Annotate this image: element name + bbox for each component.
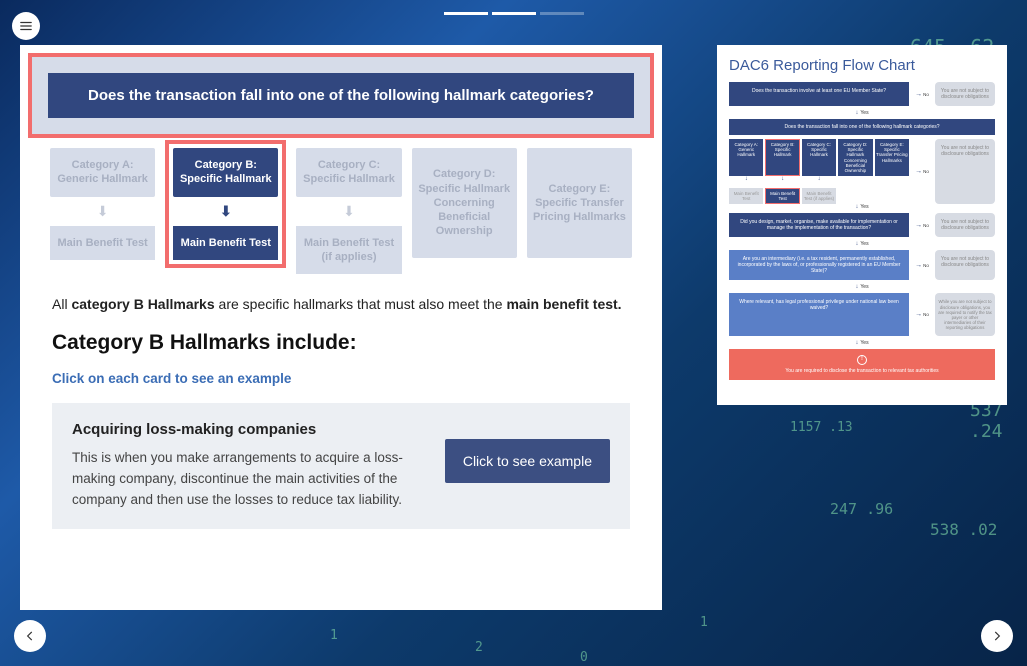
- flow-cat-sub: Main Benefit Test (if applies): [802, 188, 836, 204]
- flow-arrow-down-icon: ↓Yes: [729, 340, 995, 349]
- arrow-down-icon: ⬇: [50, 203, 155, 220]
- menu-button[interactable]: [12, 12, 40, 40]
- flowchart-title: DAC6 Reporting Flow Chart: [729, 57, 995, 74]
- flow-arrow-right-icon: →No: [915, 213, 929, 237]
- category-box: Category A: Generic Hallmark: [50, 148, 155, 197]
- flow-cat-subs: Main Benefit TestMain Benefit TestMain B…: [729, 188, 909, 204]
- card-title: Acquiring loss-making companies: [72, 421, 425, 438]
- category-sub: Main Benefit Test (if applies): [296, 226, 401, 275]
- flow-cat-sub: [875, 188, 909, 204]
- intro-bold: main benefit test.: [506, 296, 621, 312]
- arrow-down-icon: ⬇: [173, 203, 278, 220]
- flow-arrow-right-icon: →No: [915, 250, 929, 280]
- see-example-button[interactable]: Click to see example: [445, 439, 610, 483]
- flow-cat: Category C: Specific Hallmark: [802, 139, 836, 176]
- flow-cat-sub: Main Benefit Test: [729, 188, 763, 204]
- flow-arrow-down-icon: ↓Yes: [729, 241, 995, 250]
- flow-outcome-no: You are not subject to disclosure obliga…: [935, 250, 995, 280]
- section-heading: Category B Hallmarks include:: [52, 327, 630, 359]
- category-column[interactable]: Category C: Specific Hallmark ⬇ Main Benef…: [296, 148, 401, 274]
- flow-final: You are required to disclose the transac…: [729, 349, 995, 380]
- category-sub: Main Benefit Test: [173, 226, 278, 260]
- category-box: Category C: Specific Hallmark: [296, 148, 401, 197]
- progress-indicator: [444, 12, 584, 15]
- flow-arrow-right-icon: →No: [915, 139, 929, 204]
- flow-q1: Does the transaction involve at least on…: [729, 82, 909, 106]
- prev-button[interactable]: [14, 620, 46, 652]
- card-body: This is when you make arrangements to ac…: [72, 448, 425, 511]
- flow-arrow-right-icon: →No: [915, 82, 929, 106]
- intro-paragraph: All category B Hallmarks are specific ha…: [52, 294, 630, 315]
- category-sub: Main Benefit Test: [50, 226, 155, 260]
- flow-cat: Category A: Generic Hallmark: [729, 139, 763, 176]
- category-box: Category E: Specific Transfer Pricing Ha…: [527, 148, 632, 258]
- flow-arrow-down-icon: ↓Yes: [729, 204, 995, 213]
- intro-text: are specific hallmarks that must also me…: [215, 296, 507, 312]
- alert-icon: [857, 355, 867, 365]
- flow-final-text: You are required to disclose the transac…: [785, 368, 938, 374]
- flow-cat: Category D: Specific Hallmark Concerning…: [838, 139, 872, 176]
- category-column[interactable]: Category B: Specific Hallmark ⬇ Main Benef…: [165, 140, 286, 268]
- category-box: Category B: Specific Hallmark: [173, 148, 278, 197]
- flow-cat: Category B: Specific Hallmark: [765, 139, 799, 176]
- flow-categories: Category A: Generic HallmarkCategory B: …: [729, 139, 909, 176]
- main-content-panel: Does the transaction fall into one of th…: [20, 45, 662, 610]
- body-text: All category B Hallmarks are specific ha…: [20, 274, 662, 389]
- arrow-down-icon: ⬇: [296, 203, 401, 220]
- example-card: Acquiring loss-making companies This is …: [52, 403, 630, 529]
- flow-cat-sub: [838, 188, 872, 204]
- flow-q5: Where relevant, has legal professional p…: [729, 293, 909, 336]
- category-column[interactable]: Category E: Specific Transfer Pricing Ha…: [527, 148, 632, 258]
- flow-q3: Did you design, market, organise, make a…: [729, 213, 909, 237]
- intro-bold: category B Hallmarks: [71, 296, 214, 312]
- category-box: Category D: Specific Hallmark Concerning…: [412, 148, 517, 258]
- flow-outcome-no: You are not subject to disclosure obliga…: [935, 139, 995, 204]
- flow-arrow-down-icon: ↓Yes: [729, 110, 995, 119]
- question-banner-highlight: Does the transaction fall into one of th…: [28, 53, 654, 138]
- category-row: Category A: Generic Hallmark ⬇ Main Benefi…: [20, 138, 662, 274]
- flowchart-panel: DAC6 Reporting Flow Chart Does the trans…: [717, 45, 1007, 405]
- instruction-link[interactable]: Click on each card to see an example: [52, 369, 630, 389]
- intro-text: All: [52, 296, 71, 312]
- flow-cat-sub: Main Benefit Test: [765, 188, 799, 204]
- flow-outcome-no: You are not subject to disclosure obliga…: [935, 213, 995, 237]
- category-column[interactable]: Category D: Specific Hallmark Concerning…: [412, 148, 517, 258]
- next-button[interactable]: [981, 620, 1013, 652]
- flow-arrow-right-icon: →No: [915, 293, 929, 336]
- flow-q4: Are you an intermediary (i.e. a tax resi…: [729, 250, 909, 280]
- flow-arrow-down-icon: ↓Yes: [729, 284, 995, 293]
- flow-outcome-long: While you are not subject to disclosure …: [935, 293, 995, 336]
- question-banner: Does the transaction fall into one of th…: [48, 73, 634, 118]
- category-column[interactable]: Category A: Generic Hallmark ⬇ Main Benefi…: [50, 148, 155, 260]
- flow-q2: Does the transaction fall into one of th…: [729, 119, 995, 135]
- flow-outcome-no: You are not subject to disclosure obliga…: [935, 82, 995, 106]
- flow-cat: Category E: Specific Transfer Pricing Ha…: [875, 139, 909, 176]
